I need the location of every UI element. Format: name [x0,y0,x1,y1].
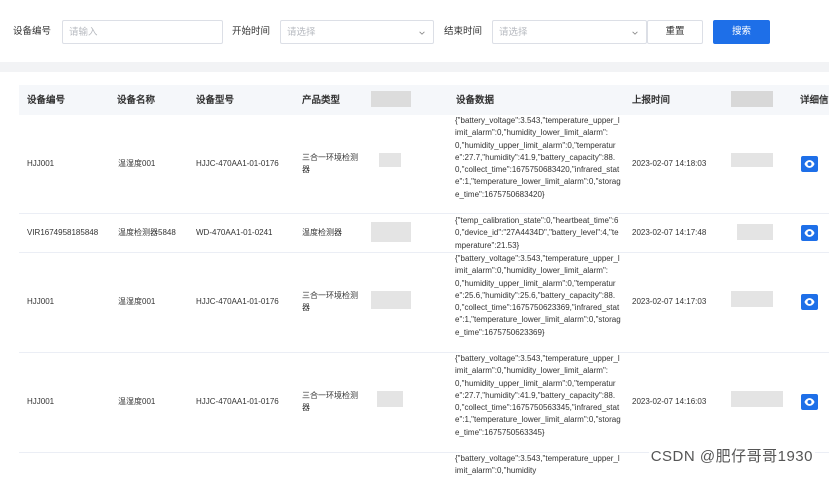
cell-device-no: HJJ001 [27,297,55,306]
reset-button[interactable]: 重置 [647,20,703,44]
view-detail-button[interactable] [801,294,818,310]
redacted-cell [371,222,411,242]
end-time-select[interactable]: 请选择 [492,20,647,44]
eye-icon [804,398,815,406]
cell-device-no: HJJ001 [27,397,55,406]
end-time-placeholder: 请选择 [499,27,528,38]
start-time-label: 开始时间 [232,26,271,37]
cell-device-model: HJJC-470AA1-01-0176 [196,159,279,168]
table-row: VIR1674958185848 温度检测器5848 WD-470AA1-01-… [19,214,829,253]
header-device-name: 设备名称 [117,95,156,106]
header-device-data: 设备数据 [456,95,495,106]
end-time-label: 结束时间 [444,26,483,37]
table-row: HJJ001 温湿度001 HJJC-470AA1-01-0176 三合一环境检… [19,253,829,353]
cell-device-model: HJJC-470AA1-01-0176 [196,397,279,406]
redacted-cell [731,391,783,407]
redacted-cell [377,391,403,407]
redacted-cell [731,291,773,307]
view-detail-button[interactable] [801,156,818,172]
header-device-model: 设备型号 [196,95,235,106]
cell-device-data: {"temp_calibration_state":0,"heartbeat_t… [455,216,619,250]
device-data-table: 设备编号 设备名称 设备型号 产品类型 设备数据 上报时间 详细信 HJJ001… [0,72,829,478]
header-product-type: 产品类型 [302,95,341,106]
cell-device-data: {"battery_voltage":3.543,"temperature_up… [455,454,620,476]
cell-product-type: 温度检测器 [302,228,342,237]
device-no-label: 设备编号 [13,26,52,37]
device-no-input[interactable]: 请输入 [62,20,223,44]
header-detail: 详细信 [800,95,829,106]
redacted-cell [737,224,773,240]
chevron-down-icon [419,31,425,35]
start-time-placeholder: 请选择 [287,27,316,38]
cell-device-name: 温湿度001 [118,397,156,406]
cell-product-type: 三合一环境检测器 [302,291,358,313]
cell-product-type: 三合一环境检测器 [302,153,358,175]
redacted-cell [731,153,773,167]
redacted-header [731,91,773,107]
cell-report-time: 2023-02-07 14:17:03 [632,297,707,306]
view-detail-button[interactable] [801,225,818,241]
filter-bar: 设备编号 请输入 开始时间 请选择 结束时间 请选择 重置 搜索 [0,0,829,62]
device-no-placeholder: 请输入 [69,27,98,38]
cell-device-data: {"battery_voltage":3.543,"temperature_up… [455,354,621,437]
section-divider [0,62,829,72]
search-button[interactable]: 搜索 [713,20,770,44]
cell-product-type: 三合一环境检测器 [302,391,358,413]
eye-icon [804,229,815,237]
cell-report-time: 2023-02-07 14:16:03 [632,397,707,406]
cell-device-data: {"battery_voltage":3.543,"temperature_up… [455,254,621,337]
cell-device-model: HJJC-470AA1-01-0176 [196,297,279,306]
redacted-cell [379,153,401,167]
redacted-cell [371,291,411,309]
cell-report-time: 2023-02-07 14:18:03 [632,159,707,168]
table-row: HJJ001 温湿度001 HJJC-470AA1-01-0176 三合一环境检… [19,115,829,214]
cell-device-model: WD-470AA1-01-0241 [196,228,273,237]
cell-device-name: 温湿度001 [118,297,156,306]
table-row: HJJ001 温湿度001 HJJC-470AA1-01-0176 三合一环境检… [19,353,829,453]
redacted-header [371,91,411,107]
cell-device-data: {"battery_voltage":3.543,"temperature_up… [455,116,621,199]
cell-device-name: 温度检测器5848 [118,228,176,237]
start-time-select[interactable]: 请选择 [280,20,434,44]
chevron-down-icon [632,31,638,35]
header-report-time: 上报时间 [632,95,671,106]
eye-icon [804,160,815,168]
cell-device-name: 温湿度001 [118,159,156,168]
cell-device-no: VIR1674958185848 [27,228,99,237]
header-device-no: 设备编号 [27,95,66,106]
view-detail-button[interactable] [801,394,818,410]
eye-icon [804,298,815,306]
table-header: 设备编号 设备名称 设备型号 产品类型 设备数据 上报时间 详细信 [19,85,829,115]
cell-report-time: 2023-02-07 14:17:48 [632,228,707,237]
watermark: CSDN @肥仔哥哥1930 [648,448,815,466]
cell-device-no: HJJ001 [27,159,55,168]
